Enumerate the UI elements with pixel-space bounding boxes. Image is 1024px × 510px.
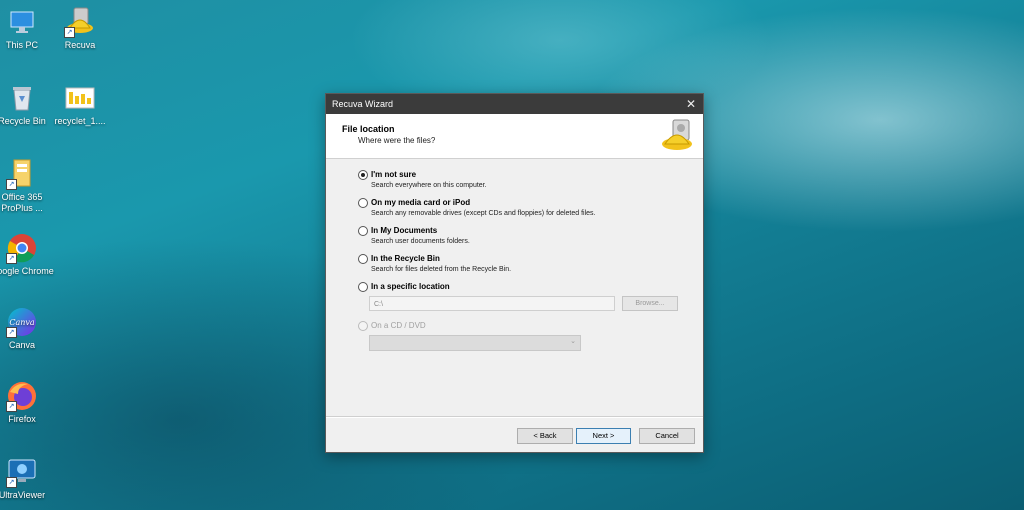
shortcut-arrow-icon: ↗ bbox=[6, 327, 17, 338]
hardhat-icon: ↗ bbox=[64, 6, 96, 38]
monitor-icon bbox=[6, 6, 38, 38]
location-option-my-documents[interactable]: In My Documents Search user documents fo… bbox=[358, 226, 688, 254]
dialog-title: Recuva Wizard bbox=[332, 99, 394, 109]
desktop-icon-label: Google Chrome bbox=[0, 266, 54, 276]
option-label: In My Documents bbox=[371, 226, 438, 235]
option-description: Search any removable drives (except CDs … bbox=[371, 210, 596, 217]
option-description: Search everywhere on this computer. bbox=[371, 182, 487, 189]
desktop-icon-label: Recuva bbox=[64, 40, 96, 50]
dialog-titlebar[interactable]: Recuva Wizard ✕ bbox=[326, 94, 703, 114]
location-option-recycle-bin[interactable]: In the Recycle Bin Search for files dele… bbox=[358, 254, 688, 282]
recuva-wizard-dialog: Recuva Wizard ✕ File location Where were… bbox=[325, 93, 704, 453]
browse-button[interactable]: Browse... bbox=[622, 296, 678, 311]
cancel-button[interactable]: Cancel bbox=[639, 428, 695, 444]
radio-button[interactable] bbox=[358, 226, 368, 236]
desktop-icon-label: UltraViewer bbox=[0, 490, 46, 500]
shortcut-arrow-icon: ↗ bbox=[6, 253, 17, 264]
desktop-icon-office-365[interactable]: ↗ Office 365 ProPlus ... bbox=[0, 158, 54, 214]
desktop-icon-recyclet-file[interactable]: recyclet_1.... bbox=[48, 82, 112, 127]
radio-button-disabled bbox=[358, 321, 368, 331]
option-label: I'm not sure bbox=[371, 170, 417, 179]
radio-button[interactable] bbox=[358, 254, 368, 264]
image-file-icon bbox=[64, 82, 96, 114]
shortcut-arrow-icon: ↗ bbox=[6, 401, 17, 412]
location-option-specific[interactable]: In a specific location bbox=[358, 282, 688, 294]
header-title: File location bbox=[342, 124, 395, 134]
desktop-icon-canva[interactable]: Canva ↗ Canva bbox=[0, 306, 54, 351]
shortcut-arrow-icon: ↗ bbox=[6, 477, 17, 488]
desktop-icon-recycle-bin[interactable]: Recycle Bin bbox=[0, 82, 54, 127]
close-icon: ✕ bbox=[685, 97, 697, 111]
desktop-icon-label: Office 365 ProPlus ... bbox=[1, 192, 43, 213]
desktop-icon-label: Recycle Bin bbox=[0, 116, 46, 126]
close-button[interactable]: ✕ bbox=[679, 94, 703, 114]
canva-icon: Canva ↗ bbox=[6, 306, 38, 338]
header-subtitle: Where were the files? bbox=[358, 136, 436, 145]
location-option-not-sure[interactable]: I'm not sure Search everywhere on this c… bbox=[358, 170, 688, 198]
option-label: In the Recycle Bin bbox=[371, 254, 440, 263]
radio-button[interactable] bbox=[358, 198, 368, 208]
recycle-bin-icon bbox=[6, 82, 38, 114]
desktop-icon-this-pc[interactable]: This PC bbox=[0, 6, 54, 51]
firefox-icon: ↗ bbox=[6, 380, 38, 412]
cd-drive-select: ⌄ bbox=[369, 335, 581, 351]
next-button[interactable]: Next > bbox=[576, 428, 631, 444]
chevron-down-icon: ⌄ bbox=[570, 338, 576, 345]
footer-divider-highlight bbox=[326, 417, 703, 418]
desktop-icon-label: recyclet_1.... bbox=[54, 116, 106, 126]
option-label: In a specific location bbox=[371, 282, 450, 291]
shortcut-arrow-icon: ↗ bbox=[64, 27, 75, 38]
radio-button-checked[interactable] bbox=[358, 170, 368, 180]
option-label: On a CD / DVD bbox=[371, 321, 426, 330]
desktop-icon-ultraviewer[interactable]: ↗ UltraViewer bbox=[0, 456, 54, 501]
shortcut-arrow-icon: ↗ bbox=[6, 179, 17, 190]
remote-monitor-icon: ↗ bbox=[6, 456, 38, 488]
back-button[interactable]: < Back bbox=[517, 428, 573, 444]
desktop-icon-label: Firefox bbox=[8, 414, 36, 424]
option-label: On my media card or iPod bbox=[371, 198, 471, 207]
location-path-input[interactable]: C:\ bbox=[369, 296, 615, 311]
hardhat-logo-icon bbox=[661, 118, 697, 154]
folder-icon: ↗ bbox=[6, 158, 38, 190]
wizard-header: File location Where were the files? bbox=[326, 114, 703, 159]
desktop-icon-firefox[interactable]: ↗ Firefox bbox=[0, 380, 54, 425]
option-description: Search user documents folders. bbox=[371, 238, 470, 245]
location-option-media-card[interactable]: On my media card or iPod Search any remo… bbox=[358, 198, 688, 226]
location-option-cd-dvd: On a CD / DVD bbox=[358, 321, 688, 333]
desktop-icon-recuva[interactable]: ↗ Recuva bbox=[48, 6, 112, 51]
radio-button[interactable] bbox=[358, 282, 368, 292]
option-description: Search for files deleted from the Recycl… bbox=[371, 266, 512, 273]
desktop-icon-google-chrome[interactable]: ↗ Google Chrome bbox=[0, 232, 54, 277]
svg-text:Canva: Canva bbox=[9, 318, 35, 327]
desktop-icon-label: Canva bbox=[8, 340, 35, 350]
chrome-icon: ↗ bbox=[6, 232, 38, 264]
desktop-icon-label: This PC bbox=[5, 40, 38, 50]
